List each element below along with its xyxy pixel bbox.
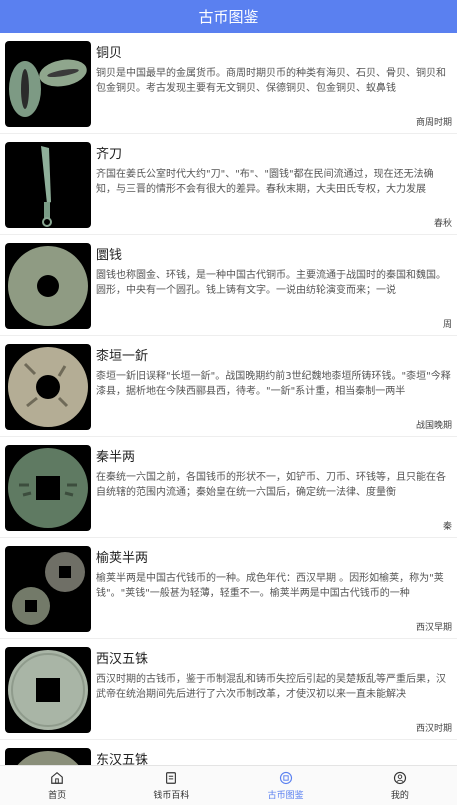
coin-thumbnail <box>5 243 91 329</box>
tab-label: 我的 <box>390 790 409 801</box>
coin-era: 商周时期 <box>415 118 452 128</box>
page-title: 古币图鉴 <box>198 8 259 26</box>
tab-label: 首页 <box>48 790 67 801</box>
list-item[interactable]: 榆荚半两 榆荚半两是中国古代钱币的一种。成色年代：西汉早期 。因形如榆荚，称为"… <box>0 538 457 639</box>
coin-description: 在秦统一六国之前，各国钱币的形状不一，如铲币、刀币、环钱等，且只能在各自统辖的范… <box>96 472 446 498</box>
coin-name: 东汉五铢 <box>96 753 149 765</box>
coin-era: 周 <box>442 320 452 330</box>
tab-encyclopedia[interactable]: 钱币百科 <box>114 766 228 805</box>
coin-thumbnail <box>5 445 91 531</box>
tab-label: 钱币百科 <box>153 790 190 801</box>
coin-era: 春秋 <box>433 219 452 229</box>
coin-thumbnail <box>5 748 91 765</box>
home-icon <box>51 771 63 784</box>
coin-era: 西汉早期 <box>415 623 452 633</box>
coin-name: 圜钱 <box>96 248 123 263</box>
bottom-tab-bar: 首页 钱币百科 古币图鉴 我的 <box>0 765 457 805</box>
coin-name: 秦半两 <box>96 450 136 465</box>
user-icon <box>393 771 406 784</box>
coin-name: 榆荚半两 <box>96 551 149 566</box>
coin-era: 战国晚期 <box>415 421 452 431</box>
coin-description: 圜钱也称圜金、环钱，是一种中国古代铜币。主要流通于战国时的秦国和魏国。圆形，中央… <box>96 270 446 296</box>
list-item[interactable]: 圜钱 圜钱也称圜金、环钱，是一种中国古代铜币。主要流通于战国时的秦国和魏国。圆形… <box>0 235 457 336</box>
list-item[interactable]: 铜贝 铜贝是中国最早的金属货币。商周时期贝币的种类有海贝、石贝、骨贝、铜贝和包金… <box>0 33 457 134</box>
coin-thumbnail <box>5 546 91 632</box>
coin-description: 西汉时期的古钱币，鉴于币制混乱和铸币失控后引起的吴楚叛乱等严重后果，汉武帝在统治… <box>96 674 446 700</box>
coin-thumbnail <box>5 344 91 430</box>
list-item[interactable]: 东汉五铢 <box>0 740 457 765</box>
coin-era: 秦 <box>442 522 452 532</box>
coin-thumbnail <box>5 41 91 127</box>
coin-name: 齐刀 <box>96 147 123 162</box>
book-icon <box>166 771 177 784</box>
coin-thumbnail <box>5 142 91 228</box>
coin-list[interactable]: 铜贝 铜贝是中国最早的金属货币。商周时期贝币的种类有海贝、石贝、骨贝、铜贝和包金… <box>0 33 457 765</box>
coin-name: 铜贝 <box>96 46 123 61</box>
tab-profile[interactable]: 我的 <box>343 766 457 805</box>
list-item[interactable]: 桼垣一釿 桼垣一釿旧误释"长垣一釿"。战国晚期约前3世纪魏地桼垣所铸环钱。"桼垣… <box>0 336 457 437</box>
coin-name: 桼垣一釿 <box>96 349 149 364</box>
list-item[interactable]: 西汉五铢 西汉时期的古钱币，鉴于币制混乱和铸币失控后引起的吴楚叛乱等严重后果，汉… <box>0 639 457 740</box>
tab-coin-catalog[interactable]: 古币图鉴 <box>229 766 343 805</box>
list-item[interactable]: 齐刀 齐国在姜氏公室时代大约"刀"、"布"、"圜钱"都在民间流通过，现在还无法确… <box>0 134 457 235</box>
list-item[interactable]: 秦半两 在秦统一六国之前，各国钱币的形状不一，如铲币、刀币、环钱等，且只能在各自… <box>0 437 457 538</box>
coin-name: 西汉五铢 <box>96 652 149 667</box>
coin-description: 桼垣一釿旧误释"长垣一釿"。战国晚期约前3世纪魏地桼垣所铸环钱。"桼垣"今释漆县… <box>96 371 451 397</box>
coin-description: 榆荚半两是中国古代钱币的一种。成色年代：西汉早期 。因形如榆荚，称为"荚钱"。"… <box>96 573 444 599</box>
coin-description: 铜贝是中国最早的金属货币。商周时期贝币的种类有海贝、石贝、骨贝、铜贝和包金铜贝。… <box>96 68 446 94</box>
tab-home[interactable]: 首页 <box>0 766 114 805</box>
coin-description: 齐国在姜氏公室时代大约"刀"、"布"、"圜钱"都在民间流通过，现在还无法确知，与… <box>96 169 434 195</box>
tab-label: 古币图鉴 <box>267 790 304 801</box>
coin-icon <box>279 771 292 784</box>
coin-thumbnail <box>5 647 91 733</box>
coin-era: 西汉时期 <box>415 724 452 734</box>
app-header: 古币图鉴 <box>0 0 457 33</box>
